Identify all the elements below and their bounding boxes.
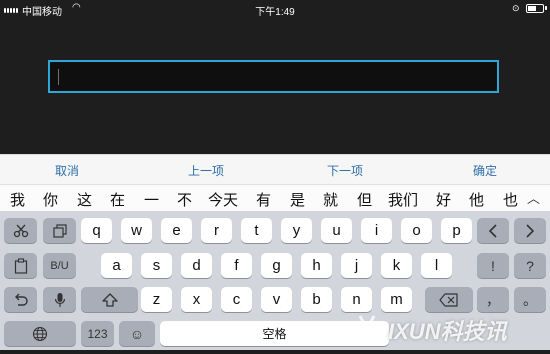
shift-icon[interactable] xyxy=(81,287,138,312)
candidate-word[interactable]: 不 xyxy=(177,189,192,210)
key-t[interactable]: t xyxy=(241,218,272,243)
candidate-word[interactable]: 但 xyxy=(357,189,372,210)
candidate-word[interactable]: 这 xyxy=(77,189,92,210)
key-k[interactable]: k xyxy=(381,253,412,278)
backspace-icon[interactable] xyxy=(425,287,473,312)
key-r[interactable]: r xyxy=(201,218,232,243)
rotation-lock-icon: ⊙ xyxy=(512,3,520,13)
emoji-icon[interactable]: ☺ xyxy=(119,321,155,346)
candidate-word[interactable]: 我们 xyxy=(388,189,418,210)
confirm-button[interactable]: 确定 xyxy=(473,162,497,179)
candidate-word[interactable]: 今天 xyxy=(208,189,238,210)
key-u[interactable]: u xyxy=(321,218,352,243)
key-g[interactable]: g xyxy=(261,253,292,278)
key-i[interactable]: i xyxy=(361,218,392,243)
arrow-right-icon[interactable] xyxy=(514,218,546,243)
key-q[interactable]: q xyxy=(81,218,112,243)
status-time: 下午1:49 xyxy=(255,7,295,18)
globe-icon[interactable] xyxy=(4,321,76,346)
svg-text:IXUN科技讯: IXUN科技讯 xyxy=(388,319,509,344)
key-n[interactable]: n xyxy=(341,287,372,312)
cut-icon[interactable] xyxy=(4,218,37,243)
previous-field-button[interactable]: 上一项 xyxy=(188,162,224,179)
cancel-button[interactable]: 取消 xyxy=(55,162,79,179)
question-key[interactable]: ? xyxy=(514,253,546,278)
candidate-word[interactable]: 就 xyxy=(323,189,338,210)
key-a[interactable]: a xyxy=(101,253,132,278)
key-s[interactable]: s xyxy=(141,253,172,278)
key-l[interactable]: l xyxy=(421,253,452,278)
watermark-logo: IXUN科技讯 xyxy=(350,312,550,348)
exclamation-key[interactable]: ! xyxy=(477,253,509,278)
candidate-word[interactable]: 有 xyxy=(256,189,271,210)
chevron-up-icon[interactable]: ︿ xyxy=(527,188,540,207)
battery-tip xyxy=(545,6,547,10)
numbers-key[interactable]: 123 xyxy=(81,321,114,346)
text-format-button[interactable]: B/U xyxy=(43,253,76,278)
microphone-icon[interactable] xyxy=(43,287,76,312)
candidate-word[interactable]: 他 xyxy=(469,189,484,210)
key-c[interactable]: c xyxy=(221,287,252,312)
candidate-word[interactable]: 你 xyxy=(43,189,58,210)
key-x[interactable]: x xyxy=(181,287,212,312)
candidate-bar: 我 你 这 在 一 不 今天 有 是 就 但 我们 好 他 也 ︿ xyxy=(0,184,550,212)
text-input[interactable] xyxy=(48,60,499,93)
copy-icon[interactable] xyxy=(43,218,76,243)
key-y[interactable]: y xyxy=(281,218,312,243)
key-d[interactable]: d xyxy=(181,253,212,278)
battery-icon xyxy=(526,4,544,13)
undo-icon[interactable] xyxy=(4,287,37,312)
key-v[interactable]: v xyxy=(261,287,292,312)
key-w[interactable]: w xyxy=(121,218,152,243)
key-b[interactable]: b xyxy=(301,287,332,312)
key-z[interactable]: z xyxy=(141,287,172,312)
watermark-graphic: IXUN科技讯 xyxy=(353,315,509,344)
key-p[interactable]: p xyxy=(441,218,472,243)
key-f[interactable]: f xyxy=(221,253,252,278)
key-m[interactable]: m xyxy=(381,287,412,312)
key-h[interactable]: h xyxy=(301,253,332,278)
key-e[interactable]: e xyxy=(161,218,192,243)
next-field-button[interactable]: 下一项 xyxy=(327,162,363,179)
candidate-word[interactable]: 是 xyxy=(290,189,305,210)
key-j[interactable]: j xyxy=(341,253,372,278)
candidate-word[interactable]: 我 xyxy=(10,189,25,210)
comma-key[interactable]: ， xyxy=(477,287,509,312)
status-bar: 中国移动 ◠ 下午1:49 ⊙ xyxy=(0,0,550,18)
candidate-word[interactable]: 在 xyxy=(110,189,125,210)
candidate-word[interactable]: 一 xyxy=(144,189,159,210)
period-key[interactable]: 。 xyxy=(514,287,546,312)
candidate-word[interactable]: 好 xyxy=(436,189,451,210)
text-cursor xyxy=(58,69,59,85)
paste-icon[interactable] xyxy=(4,253,37,278)
candidate-word[interactable]: 也 xyxy=(503,189,518,210)
key-o[interactable]: o xyxy=(401,218,432,243)
input-accessory-toolbar: 取消 上一项 下一项 确定 xyxy=(0,154,550,185)
arrow-left-icon[interactable] xyxy=(477,218,509,243)
